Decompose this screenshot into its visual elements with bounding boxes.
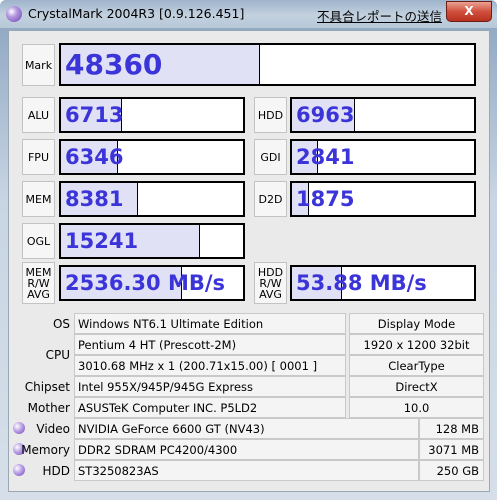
client-area: Mark 48360 ALU 6713 HDD 6963 FPU 6346 GD… [8, 30, 490, 492]
ogl-score-value: 15241 [65, 229, 139, 253]
fpu-button[interactable]: FPU [22, 139, 55, 175]
hdd-rw-avg-value: 53.88 MB/s [296, 271, 427, 295]
ogl-label: OGL [26, 234, 51, 248]
mem-rw-avg-bar: 2536.30 MB/s [59, 265, 245, 301]
mem-rw-label-line: MEM [25, 265, 52, 279]
bug-report-link[interactable]: 不具合レポートの送信 [317, 6, 442, 25]
crystalmark-window: CrystalMark 2004R3 [0.9.126.451] 不具合レポート… [0, 0, 497, 500]
gdi-score-value: 2841 [296, 145, 355, 169]
video-value: NVIDIA GeForce 6600 GT (NV43) [74, 418, 419, 439]
mem-rw-label-line: R/W [27, 276, 50, 290]
hdd-rw-avg-bar: 53.88 MB/s [290, 265, 476, 301]
hdd-rw-avg-button[interactable]: HDD R/W AVG [254, 262, 287, 304]
hdd-label: HDD [257, 108, 284, 122]
alu-label: ALU [27, 108, 50, 122]
fpu-score-bar: 6346 [59, 139, 245, 175]
gdi-label: GDI [260, 150, 281, 164]
fpu-score-value: 6346 [65, 145, 124, 169]
alu-button[interactable]: ALU [22, 97, 55, 133]
video-label: Video [36, 422, 70, 436]
hdd-button[interactable]: HDD [254, 97, 287, 133]
ogl-button[interactable]: OGL [22, 223, 55, 259]
close-button[interactable]: X [446, 1, 492, 22]
directx-value: 10.0 [349, 397, 484, 418]
hdd-capacity-value: 250 GB [419, 460, 484, 481]
d2d-score-bar: 1875 [290, 181, 476, 217]
ogl-score-bar: 15241 [59, 223, 245, 259]
memory-value: DDR2 SDRAM PC4200/4300 [74, 439, 419, 460]
mem-score-value: 8381 [65, 187, 124, 211]
cleartype-label: ClearType [349, 355, 484, 376]
mark-label: Mark [24, 58, 53, 72]
cpu-label: CPU [45, 348, 70, 362]
os-value: Windows NT6.1 Ultimate Edition [74, 313, 346, 334]
mother-label: Mother [27, 401, 70, 415]
chipset-label: Chipset [24, 380, 70, 394]
mem-rw-label-line: AVG [27, 287, 50, 301]
window-title: CrystalMark 2004R3 [0.9.126.451] [28, 6, 245, 21]
mem-rw-avg-value: 2536.30 MB/s [65, 271, 226, 295]
mark-button[interactable]: Mark [22, 44, 55, 86]
mem-rw-avg-button[interactable]: MEM R/W AVG [22, 262, 55, 304]
close-icon: X [464, 4, 474, 18]
crystalmark-app-icon[interactable] [6, 6, 22, 22]
hdd-info-label: HDD [42, 464, 70, 478]
cpu-clock-value: 3010.68 MHz x 1 (200.71x15.00) [ 0001 ] [74, 355, 346, 376]
mem-button[interactable]: MEM [22, 181, 55, 217]
d2d-button[interactable]: D2D [254, 181, 287, 217]
gdi-button[interactable]: GDI [254, 139, 287, 175]
memory-label: Memory [21, 443, 70, 457]
directx-label: DirectX [349, 376, 484, 397]
mem-score-bar: 8381 [59, 181, 245, 217]
mem-label: MEM [25, 192, 52, 206]
hdd-rw-label-line: HDD [257, 265, 284, 279]
gdi-score-bar: 2841 [290, 139, 476, 175]
d2d-label: D2D [258, 192, 283, 206]
alu-score-bar: 6713 [59, 97, 245, 133]
d2d-score-value: 1875 [296, 187, 355, 211]
cpu-name-value: Pentium 4 HT (Prescott-2M) [74, 334, 346, 355]
mother-value: ASUSTeK Computer INC. P5LD2 [74, 397, 346, 418]
chipset-value: Intel 955X/945P/945G Express [74, 376, 346, 397]
hdd-rw-label-line: AVG [259, 287, 282, 301]
os-label: OS [52, 317, 70, 331]
mark-score-bar: 48360 [59, 43, 476, 86]
display-mode-label: Display Mode [349, 313, 484, 334]
fpu-label: FPU [27, 150, 49, 164]
hdd-model-value: ST3250823AS [74, 460, 419, 481]
hdd-rw-label-line: R/W [259, 276, 282, 290]
hdd-score-value: 6963 [296, 103, 355, 127]
video-memory-value: 128 MB [419, 418, 484, 439]
mark-score-value: 48360 [65, 48, 163, 81]
display-mode-value: 1920 x 1200 32bit [349, 334, 484, 355]
hdd-score-bar: 6963 [290, 97, 476, 133]
alu-score-value: 6713 [65, 103, 124, 127]
memory-size-value: 3071 MB [419, 439, 484, 460]
title-bar[interactable]: CrystalMark 2004R3 [0.9.126.451] 不具合レポート… [0, 0, 497, 28]
